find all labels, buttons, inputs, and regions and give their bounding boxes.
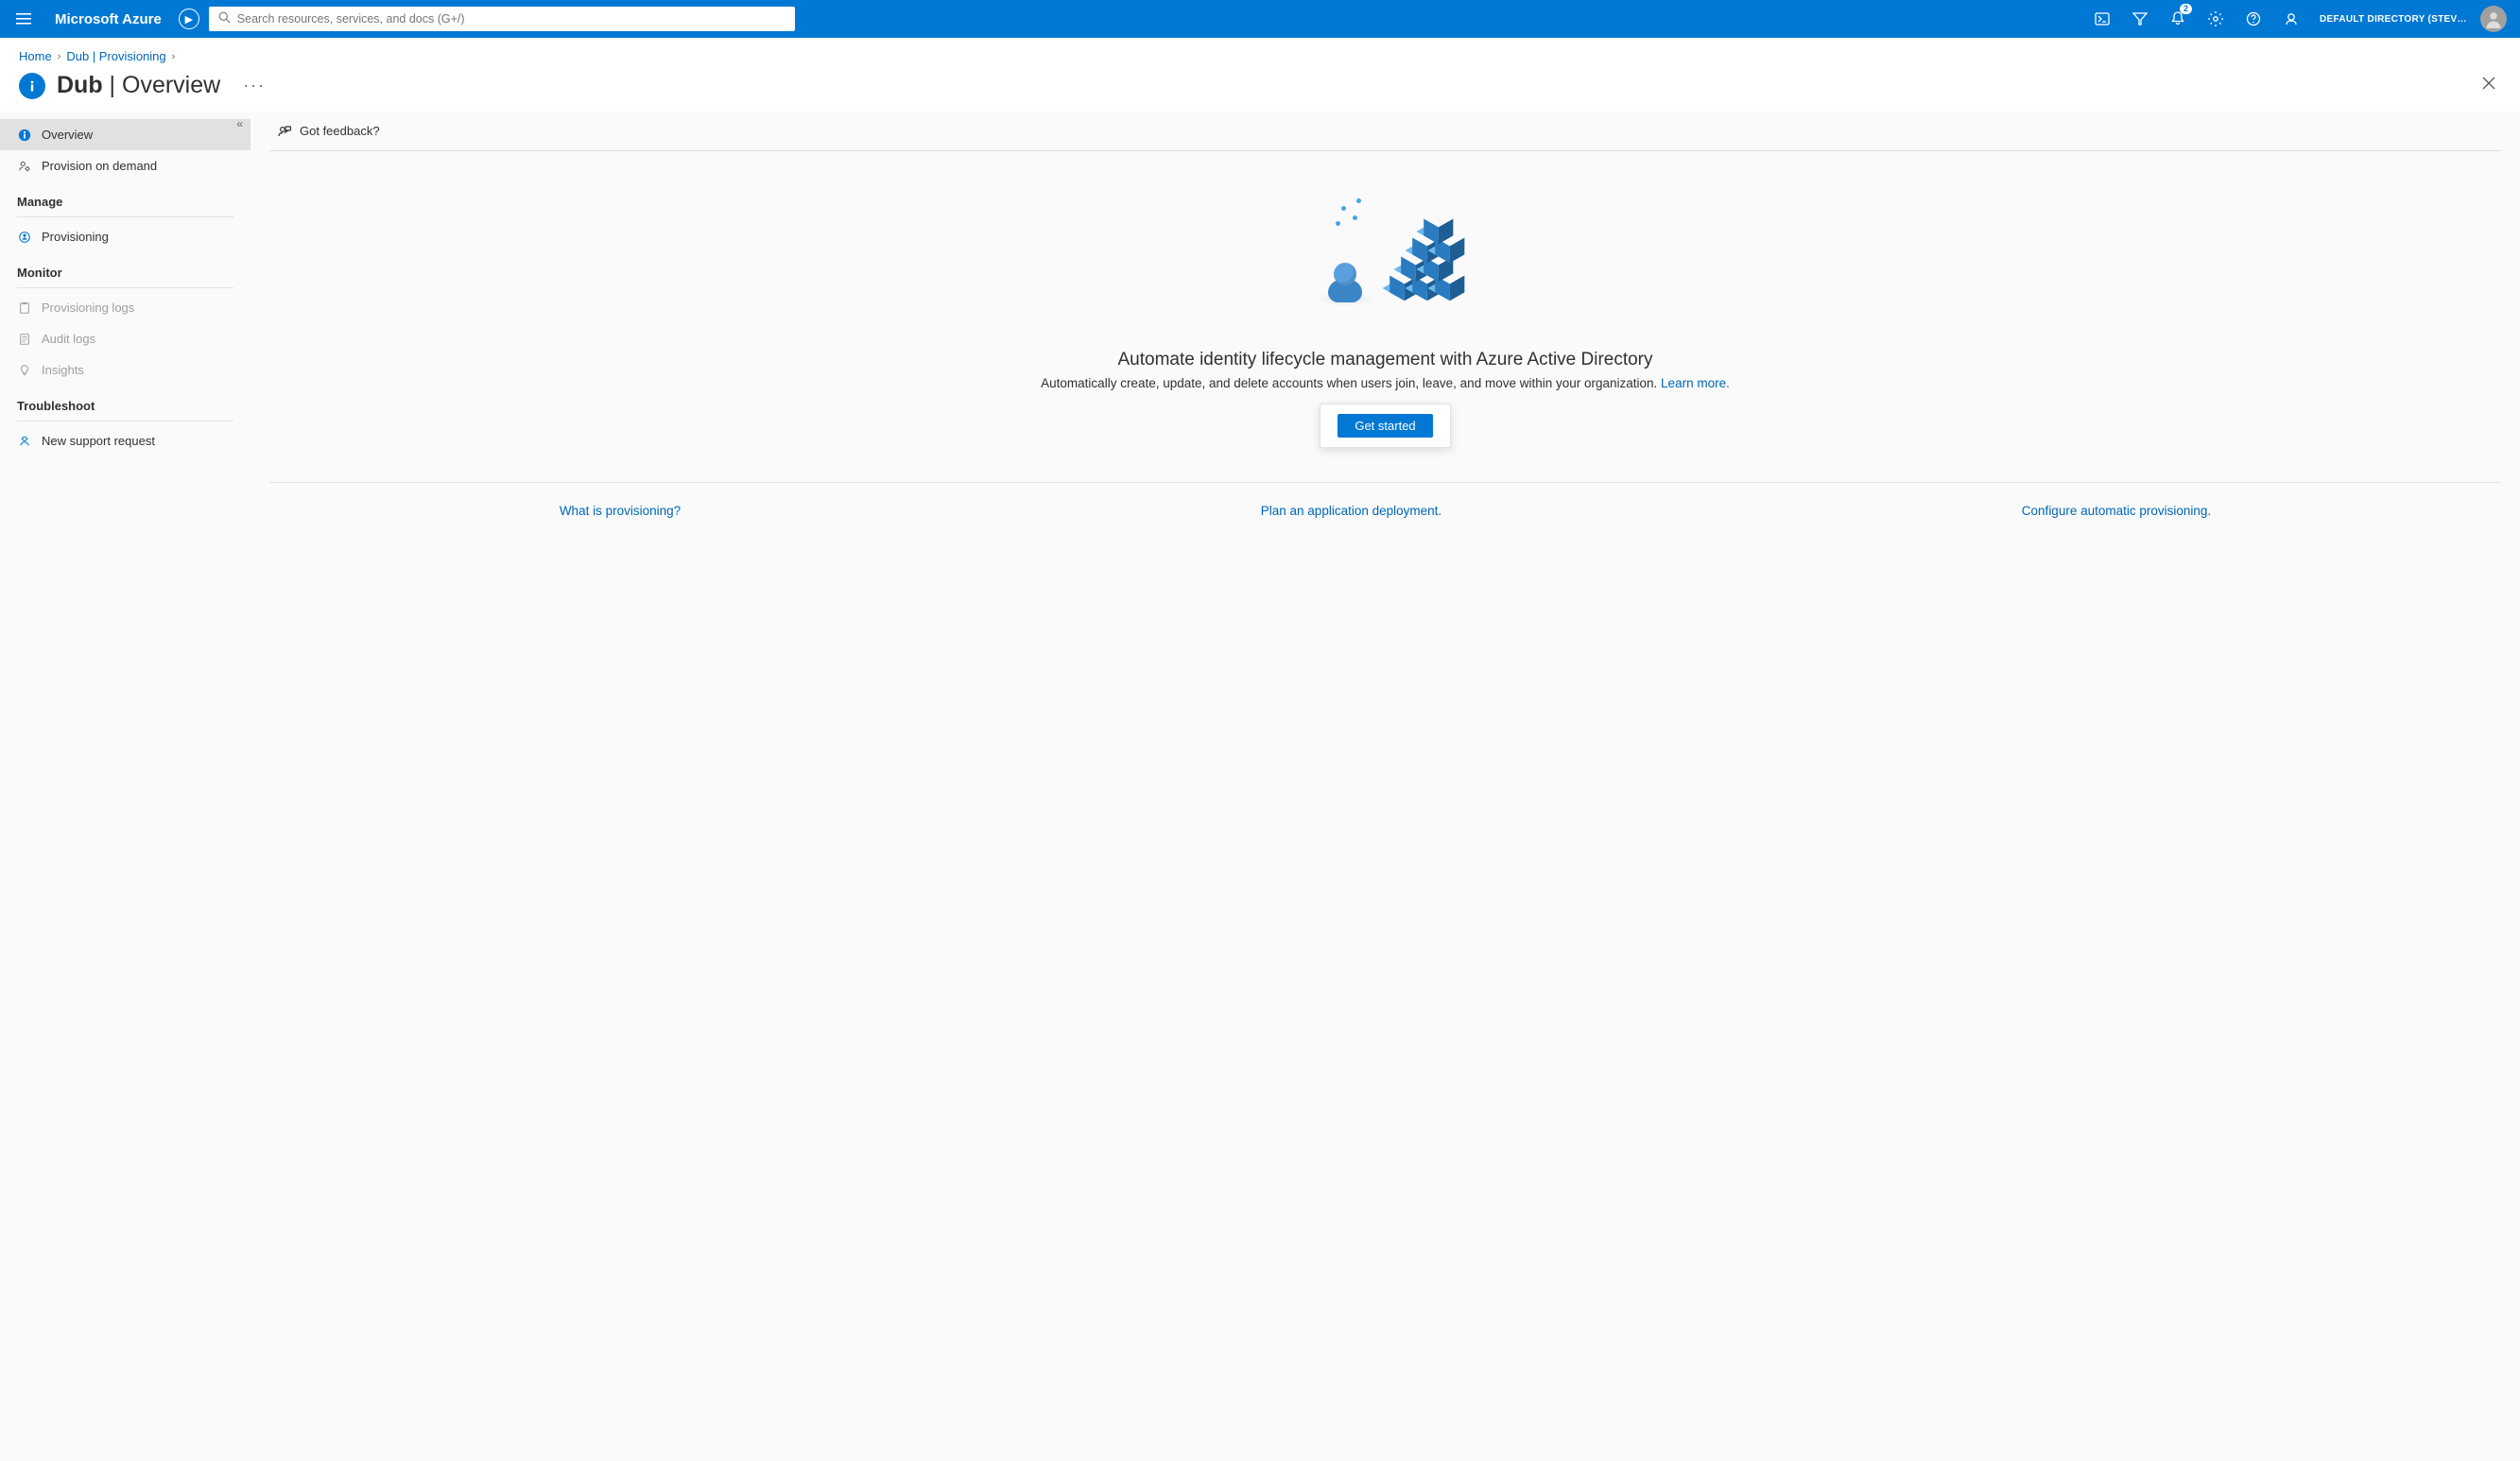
sidebar-item-label: Provisioning logs	[42, 301, 134, 315]
get-started-callout: Get started	[1320, 404, 1450, 448]
got-feedback-button[interactable]: Got feedback?	[269, 118, 388, 145]
divider	[17, 216, 233, 217]
resource-icon	[19, 73, 45, 99]
feedback-button[interactable]	[2272, 0, 2310, 38]
info-icon	[25, 78, 40, 94]
sidebar-group-monitor: Monitor	[0, 252, 250, 284]
avatar-icon	[2484, 9, 2503, 28]
gear-icon	[2208, 11, 2223, 26]
configure-provisioning-link[interactable]: Configure automatic provisioning.	[2022, 504, 2211, 518]
book-icon	[17, 332, 32, 347]
clipboard-icon	[17, 301, 32, 316]
hamburger-menu-button[interactable]	[9, 5, 38, 33]
hero-illustration	[1315, 198, 1457, 302]
feedback-person-icon	[277, 124, 292, 139]
help-links-row: What is provisioning? Plan an applicatio…	[269, 482, 2501, 518]
sidebar-item-insights: Insights	[0, 354, 250, 386]
play-icon: ▶	[185, 13, 193, 26]
sidebar-item-audit-logs: Audit logs	[0, 323, 250, 354]
get-started-button[interactable]: Get started	[1338, 414, 1432, 438]
notifications-button[interactable]: 2	[2159, 0, 2197, 38]
feedback-icon	[2284, 11, 2299, 26]
got-feedback-label: Got feedback?	[300, 124, 380, 138]
hero-section: Automate identity lifecycle management w…	[269, 151, 2501, 476]
close-icon	[2482, 77, 2495, 90]
page-title-sep: |	[103, 72, 122, 98]
close-blade-button[interactable]	[2477, 71, 2501, 100]
chevron-right-icon: ›	[172, 51, 176, 62]
user-avatar[interactable]	[2480, 6, 2507, 32]
page-header: Dub | Overview ···	[0, 67, 2520, 112]
page-title-sub: Overview	[122, 72, 220, 98]
sidebar-item-new-support-request[interactable]: New support request	[0, 425, 250, 456]
more-actions-button[interactable]: ···	[243, 76, 266, 95]
sidebar-group-troubleshoot: Troubleshoot	[0, 386, 250, 417]
help-button[interactable]	[2235, 0, 2272, 38]
global-search-input[interactable]	[209, 7, 795, 31]
main-content: Got feedback?	[250, 112, 2520, 1461]
learn-more-link[interactable]: Learn more.	[1661, 376, 1730, 390]
people-sync-icon	[17, 230, 32, 245]
hamburger-icon	[16, 11, 31, 26]
directory-filter-button[interactable]	[2121, 0, 2159, 38]
filter-icon	[2132, 11, 2148, 26]
sidebar-item-provision-on-demand[interactable]: Provision on demand	[0, 150, 250, 181]
sidebar-item-label: Audit logs	[42, 332, 95, 346]
sidebar-item-label: Overview	[42, 128, 93, 142]
sidebar-item-provisioning[interactable]: Provisioning	[0, 221, 250, 252]
hero-title: Automate identity lifecycle management w…	[1117, 350, 1652, 370]
sidebar: « Overview Provision on demand Manage	[0, 112, 250, 1461]
sidebar-item-label: Insights	[42, 363, 84, 377]
topbar: Microsoft Azure ▶ 2	[0, 0, 2520, 38]
cloud-shell-button[interactable]	[2083, 0, 2121, 38]
page-title: Dub | Overview	[57, 72, 220, 99]
person-gear-icon	[17, 159, 32, 174]
settings-button[interactable]	[2197, 0, 2235, 38]
help-icon	[2246, 11, 2261, 26]
tenant-label[interactable]: DEFAULT DIRECTORY (STEVEND…	[2320, 14, 2471, 25]
hero-subtitle: Automatically create, update, and delete…	[1041, 376, 1730, 390]
chevron-double-left-icon: «	[236, 117, 243, 130]
sidebar-item-overview[interactable]: Overview	[0, 119, 250, 150]
preview-features-button[interactable]: ▶	[179, 9, 199, 29]
lightbulb-icon	[17, 363, 32, 378]
command-bar: Got feedback?	[269, 112, 2501, 151]
info-circle-icon	[17, 128, 32, 143]
page-title-main: Dub	[57, 72, 103, 98]
breadcrumb: Home › Dub | Provisioning ›	[0, 38, 2520, 67]
brand-label[interactable]: Microsoft Azure	[55, 11, 162, 27]
plan-deployment-link[interactable]: Plan an application deployment.	[1261, 504, 1441, 518]
cloud-shell-icon	[2095, 11, 2110, 26]
sidebar-item-provisioning-logs: Provisioning logs	[0, 292, 250, 323]
sidebar-group-manage: Manage	[0, 181, 250, 213]
search-container	[209, 7, 795, 31]
breadcrumb-link-home[interactable]: Home	[19, 49, 52, 63]
breadcrumb-link-provisioning[interactable]: Dub | Provisioning	[66, 49, 165, 63]
collapse-sidebar-button[interactable]: «	[236, 117, 243, 130]
sidebar-item-label: Provisioning	[42, 230, 109, 244]
what-is-provisioning-link[interactable]: What is provisioning?	[560, 504, 681, 518]
sidebar-item-label: New support request	[42, 434, 155, 448]
notification-badge: 2	[2180, 4, 2192, 14]
chevron-right-icon: ›	[58, 51, 61, 62]
support-icon	[17, 434, 32, 449]
divider	[17, 287, 233, 288]
hero-subtitle-text: Automatically create, update, and delete…	[1041, 376, 1661, 390]
sidebar-item-label: Provision on demand	[42, 159, 157, 173]
